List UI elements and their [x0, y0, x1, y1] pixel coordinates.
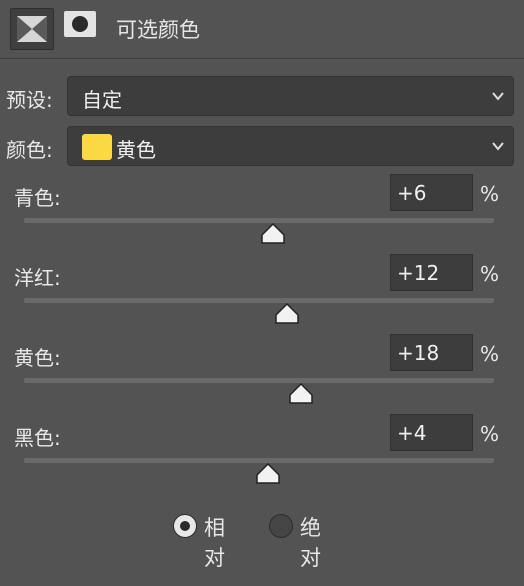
preset-dropdown[interactable]: 自定	[67, 76, 514, 116]
slider-label: 青色:	[14, 186, 61, 210]
value-input[interactable]: +6	[390, 174, 473, 211]
percent-sign: %	[480, 342, 500, 366]
value-input[interactable]: +18	[390, 334, 473, 371]
chevron-down-icon	[492, 142, 504, 151]
chevron-down-icon	[492, 92, 504, 101]
value-text: +4	[397, 421, 427, 445]
slider-thumb[interactable]	[255, 463, 281, 485]
value-input[interactable]: +4	[390, 414, 473, 451]
panel-title: 可选颜色	[116, 18, 200, 42]
slider-thumb[interactable]	[260, 223, 286, 245]
radio-relative[interactable]	[172, 513, 198, 539]
preset-value: 自定	[82, 88, 122, 112]
percent-sign: %	[480, 422, 500, 446]
value-text: +18	[397, 341, 440, 365]
value-text: +12	[397, 261, 440, 285]
slider-track[interactable]	[24, 218, 494, 223]
percent-sign: %	[480, 262, 500, 286]
value-input[interactable]: +12	[390, 254, 473, 291]
properties-header: 可选颜色	[0, 0, 524, 59]
layer-mask-icon[interactable]	[63, 10, 97, 38]
slider-track[interactable]	[24, 298, 494, 303]
radio-absolute-label[interactable]: 绝对	[300, 512, 321, 572]
slider-label: 黑色:	[14, 426, 61, 450]
percent-sign: %	[480, 182, 500, 206]
colors-dropdown[interactable]: 黄色	[67, 126, 514, 166]
selective-color-adjustment-icon[interactable]	[10, 8, 54, 50]
slider-thumb[interactable]	[274, 303, 300, 325]
radio-absolute[interactable]	[268, 513, 294, 539]
colors-value: 黄色	[116, 138, 156, 162]
slider-label: 洋红:	[14, 266, 61, 290]
radio-relative-label[interactable]: 相对	[204, 512, 225, 572]
value-text: +6	[397, 181, 427, 205]
slider-label: 黄色:	[14, 346, 61, 370]
color-swatch	[82, 134, 112, 160]
slider-thumb[interactable]	[288, 383, 314, 405]
colors-label: 颜色:	[6, 138, 53, 162]
preset-label: 预设:	[6, 88, 53, 112]
slider-track[interactable]	[24, 378, 494, 383]
